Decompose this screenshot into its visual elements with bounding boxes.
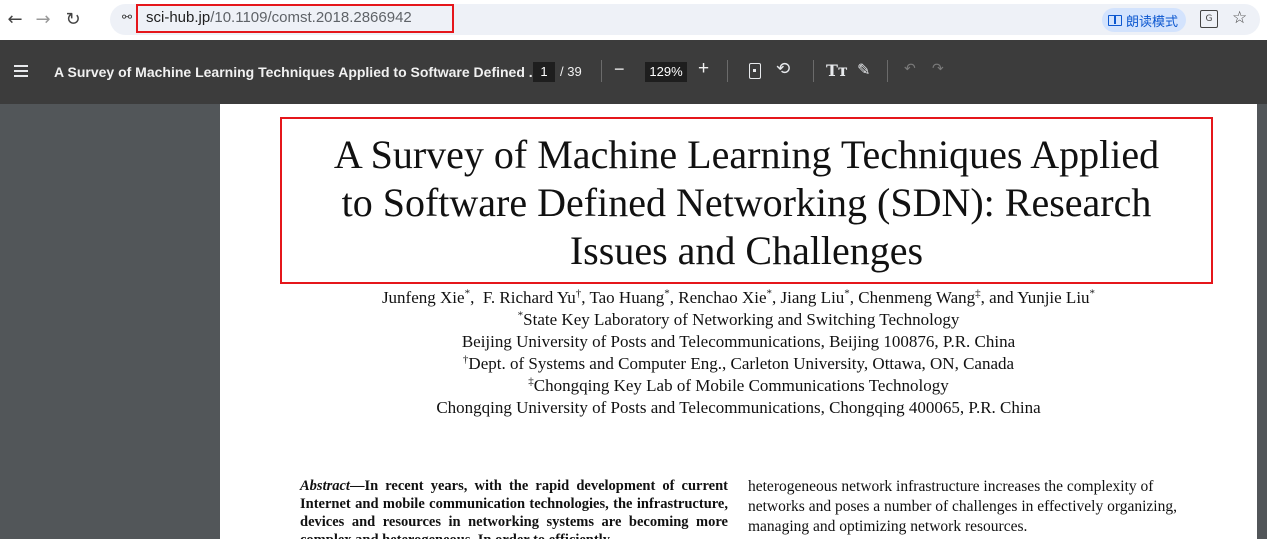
author-name: F. Richard Yu [482,288,576,307]
affiliation-line: Beijing University of Posts and Telecomm… [461,332,1016,351]
affiliation-text: State Key Laboratory of Networking and S… [523,310,960,329]
paper-title-line: A Survey of Machine Learning Techniques … [333,132,1160,177]
author-mark: * [664,287,670,300]
author-list: Junfeng Xie*, F. Richard Yu†, Tao Huang*… [381,287,1096,307]
abstract-body: —In recent years, with the rapid develop… [300,478,728,539]
toolbar-divider [601,60,602,82]
browser-toolbar: ← → ↻ ⚯ sci-hub.jp/10.1109/comst.2018.28… [0,0,1267,40]
author-name: Junfeng Xie [381,288,465,307]
redo-icon[interactable]: ↷ [932,61,944,77]
paper-title-line: Issues and Challenges [569,228,924,273]
author-mark: * [766,287,773,300]
toolbar-divider [727,60,728,82]
fit-page-icon[interactable] [749,63,761,79]
abstract-text: Abstract—In recent years, with the rapid… [300,477,728,539]
author-mark: * [1089,287,1096,300]
url-text[interactable]: sci-hub.jp/10.1109/comst.2018.2866942 [146,9,412,26]
reload-icon[interactable]: ↻ [60,6,86,32]
menu-icon[interactable] [14,65,28,77]
undo-icon[interactable]: ↶ [904,61,916,77]
author-block: Junfeng Xie*, F. Richard Yu†, Tao Huang*… [220,287,1257,419]
author-mark: * [464,287,471,300]
rotate-icon[interactable]: ⟲ [776,59,790,79]
pdf-page: A Survey of Machine Learning Techniques … [220,104,1257,539]
url-host: sci-hub.jp [146,9,211,26]
reader-mode-icon [1108,14,1122,26]
pdf-toolbar: A Survey of Machine Learning Techniques … [0,40,1267,104]
author-name: Yunjie Liu [1017,288,1090,307]
author-name: Tao Huang [589,288,665,307]
page-total: / 39 [560,64,582,79]
paper-title-line: to Software Defined Networking (SDN): Re… [341,180,1152,225]
affiliation-line: †Dept. of Systems and Computer Eng., Car… [220,353,1257,375]
author-mark: ‡ [975,287,981,300]
affiliation-text: Dept. of Systems and Computer Eng., Carl… [468,354,1015,373]
intro-text: heterogeneous network infrastructure inc… [748,478,1177,535]
toolbar-divider [887,60,888,82]
paper-title: A Survey of Machine Learning Techniques … [280,131,1213,275]
zoom-out-button[interactable]: − [614,59,625,80]
reader-mode-button[interactable]: 朗读模式 [1102,8,1187,32]
reader-mode-label: 朗读模式 [1126,14,1179,30]
affiliation-text: Chongqing Key Lab of Mobile Communicatio… [533,376,949,395]
text-annotate-icon[interactable]: Tт [826,61,848,80]
affiliation-line: Chongqing University of Posts and Teleco… [436,398,1041,417]
author-name: Jiang Liu [780,288,845,307]
forward-arrow-icon[interactable]: → [30,6,56,32]
affiliation-line: *State Key Laboratory of Networking and … [220,309,1257,331]
author-mark: † [575,287,582,300]
author-name: Renchao Xie [678,288,767,307]
translate-icon[interactable]: G [1200,10,1218,28]
abstract-label: Abstract [300,478,350,494]
bookmark-star-icon[interactable]: ☆ [1232,8,1247,28]
document-title: A Survey of Machine Learning Techniques … [54,64,541,80]
affiliation-line: ‡Chongqing Key Lab of Mobile Communicati… [220,375,1257,397]
zoom-in-button[interactable]: + [698,58,709,80]
draw-icon[interactable]: ✎ [857,60,870,79]
author-name: Chenmeng Wang [858,288,976,307]
author-mark: * [844,287,850,300]
toolbar-divider [813,60,814,82]
page-number-input[interactable]: 1 [533,62,555,82]
back-arrow-icon[interactable]: ← [2,6,28,32]
zoom-level-input[interactable]: 129% [645,62,687,82]
url-path: /10.1109/comst.2018.2866942 [210,9,412,26]
